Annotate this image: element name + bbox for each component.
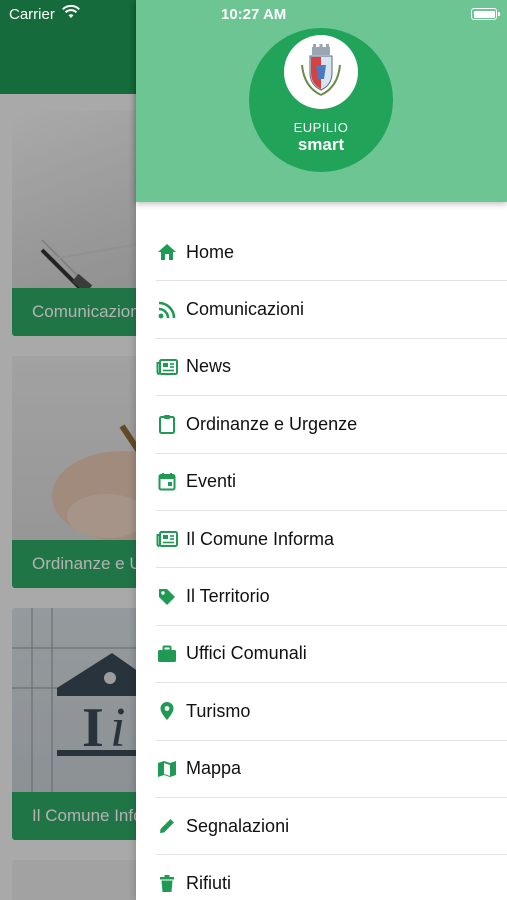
logo-name: EUPILIO — [293, 120, 349, 135]
coat-of-arms-icon — [284, 35, 358, 109]
menu-item-eventi[interactable]: Eventi — [156, 454, 507, 511]
menu-label: Home — [186, 241, 235, 262]
trash-icon — [156, 873, 178, 895]
navigation-drawer: EUPILIO smart Home Comunicazioni News Or… — [136, 0, 507, 900]
map-pin-icon — [156, 700, 178, 722]
menu-item-comune-informa[interactable]: Il Comune Informa — [156, 511, 507, 569]
menu-item-home[interactable]: Home — [156, 224, 507, 282]
wifi-icon — [61, 4, 81, 24]
app-logo: EUPILIO smart — [249, 28, 393, 172]
status-bar: Carrier 10:27 AM — [0, 0, 507, 28]
newspaper-icon — [156, 528, 178, 550]
menu-label: Rifiuti — [186, 873, 232, 894]
menu-item-uffici[interactable]: Uffici Comunali — [156, 626, 507, 684]
drawer-header: EUPILIO smart — [136, 0, 507, 202]
briefcase-icon — [156, 643, 178, 665]
menu-label: Eventi — [186, 471, 237, 492]
menu-label: Segnalazioni — [186, 815, 290, 836]
menu-label: Ordinanze e Urgenze — [186, 413, 358, 434]
carrier-label: Carrier — [9, 6, 55, 23]
home-icon — [156, 241, 178, 263]
menu-item-rifiuti[interactable]: Rifiuti — [156, 855, 507, 900]
newspaper-icon — [156, 356, 178, 378]
menu-label: Il Territorio — [186, 586, 270, 607]
battery-icon — [471, 8, 500, 20]
calendar-icon — [156, 471, 178, 493]
menu-label: Turismo — [186, 700, 251, 721]
menu-item-turismo[interactable]: Turismo — [156, 683, 507, 741]
drawer-menu: Home Comunicazioni News Ordinanze e Urge… — [136, 224, 507, 900]
menu-item-news[interactable]: News — [156, 339, 507, 397]
pencil-icon — [156, 815, 178, 837]
menu-label: Mappa — [186, 758, 242, 779]
clock: 10:27 AM — [221, 6, 287, 23]
menu-item-segnalazioni[interactable]: Segnalazioni — [156, 798, 507, 856]
map-icon — [156, 758, 178, 780]
menu-label: Uffici Comunali — [186, 643, 307, 664]
tag-icon — [156, 586, 178, 608]
menu-label: Il Comune Informa — [186, 528, 335, 549]
logo-subtitle: smart — [297, 135, 345, 154]
menu-item-comunicazioni[interactable]: Comunicazioni — [156, 281, 507, 339]
menu-label: News — [186, 356, 232, 377]
menu-item-ordinanze[interactable]: Ordinanze e Urgenze — [156, 396, 507, 454]
menu-label: Comunicazioni — [186, 299, 305, 320]
clipboard-icon — [156, 413, 178, 435]
rss-icon — [156, 299, 178, 321]
menu-item-territorio[interactable]: Il Territorio — [156, 568, 507, 626]
menu-item-mappa[interactable]: Mappa — [156, 741, 507, 798]
